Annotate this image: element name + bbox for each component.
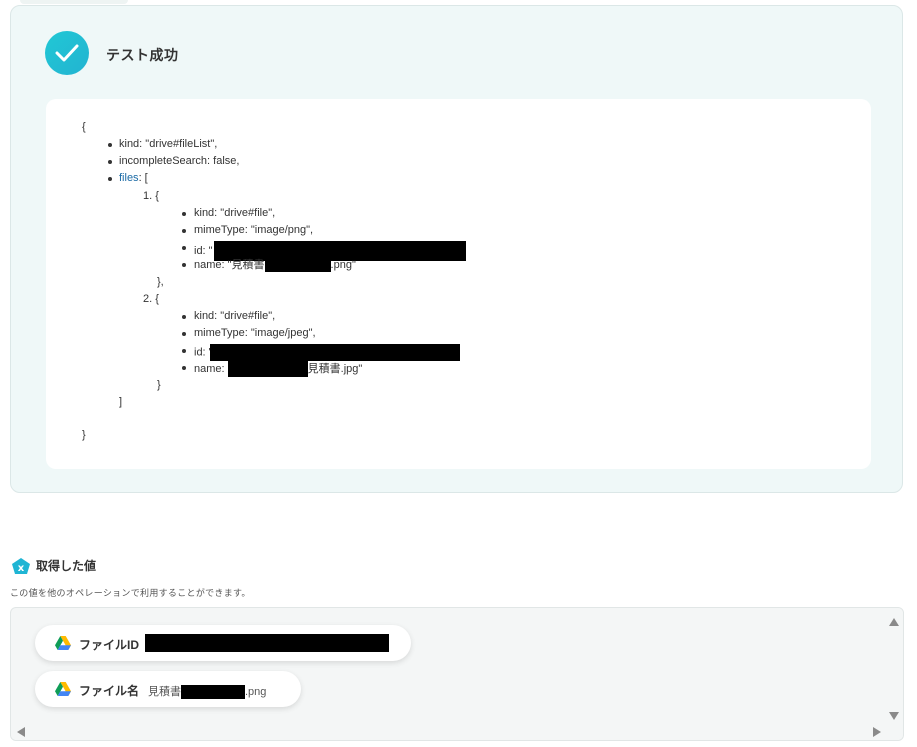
files-key-link[interactable]: files [119, 172, 139, 184]
json-files: files: [ [119, 172, 148, 185]
json-item2-open: 2. { [143, 293, 159, 305]
acquired-values-panel: ファイルID ファイル名 見積書 .png [10, 607, 904, 741]
pill-label: ファイル名 [79, 684, 140, 698]
section-description: この値を他のオペレーションで利用することができます。 [10, 588, 251, 598]
google-drive-icon [55, 636, 71, 650]
id-key: id: " [194, 244, 213, 257]
json-item2-name: name: 見積書.jpg" [194, 361, 362, 377]
json-item1-kind: kind: "drive#file", [194, 207, 276, 219]
files-rest: : [ [138, 172, 148, 184]
scroll-right-arrow[interactable] [873, 727, 881, 737]
svg-text:x: x [18, 563, 25, 574]
test-result-panel: テスト成功 { kind: "drive#fileList", incomple… [10, 5, 903, 493]
value-prefix: 見積書 [148, 686, 181, 698]
value-pill-file-name[interactable]: ファイル名 見積書 .png [35, 671, 301, 707]
json-item2-id: id: " [194, 344, 460, 361]
json-close-brace: } [82, 429, 86, 441]
vertical-scrollbar[interactable] [883, 608, 903, 726]
bullet [108, 160, 112, 164]
bullet [108, 143, 112, 147]
scroll-left-arrow[interactable] [17, 727, 25, 737]
json-item2-mime: mimeType: "image/jpeg", [194, 327, 316, 339]
json-item1-mime: mimeType: "image/png", [194, 224, 314, 236]
name-suffix: .png" [330, 258, 356, 271]
bullet [108, 177, 112, 181]
json-item2-close: } [157, 379, 161, 391]
bullet [182, 212, 186, 216]
name-prefix: name: "見積書 [194, 258, 265, 271]
bullet [182, 366, 186, 370]
scroll-down-arrow[interactable] [889, 712, 899, 720]
google-drive-icon [55, 682, 71, 696]
redacted-block [181, 685, 245, 700]
name-suffix: 見積書.jpg" [307, 362, 363, 375]
bullet [182, 332, 186, 336]
bullet [182, 315, 186, 319]
variable-icon: x [12, 558, 30, 574]
horizontal-scrollbar[interactable] [11, 724, 903, 740]
json-item1-open: 1. { [143, 190, 159, 202]
bullet [182, 263, 186, 267]
redacted-block [145, 634, 389, 652]
result-title: テスト成功 [106, 47, 179, 63]
json-kind: kind: "drive#fileList", [119, 138, 218, 150]
top-tab [20, 0, 128, 4]
name-prefix: name: [194, 362, 228, 375]
redacted-block [227, 361, 308, 377]
check-circle-icon [45, 31, 89, 75]
bullet [182, 229, 186, 233]
redacted-block [264, 258, 331, 272]
json-item1-name: name: "見積書 .png" [194, 258, 356, 272]
json-item1-close: }, [157, 276, 164, 288]
json-array-close: ] [119, 396, 123, 408]
redacted-block [209, 344, 460, 361]
json-incomplete-search: incompleteSearch: false, [119, 155, 240, 167]
section-title: 取得した値 [36, 559, 97, 573]
bullet [182, 246, 186, 250]
value-pill-file-id[interactable]: ファイルID [35, 625, 411, 661]
scroll-up-arrow[interactable] [889, 618, 899, 626]
bullet [182, 349, 186, 353]
value-suffix: .png [245, 686, 267, 698]
json-output: { kind: "drive#fileList", incompleteSear… [46, 99, 871, 469]
json-open-brace: { [82, 121, 86, 133]
json-item2-kind: kind: "drive#file", [194, 310, 276, 322]
pill-value: 見積書 .png [148, 683, 267, 700]
pill-label: ファイルID [79, 638, 140, 652]
